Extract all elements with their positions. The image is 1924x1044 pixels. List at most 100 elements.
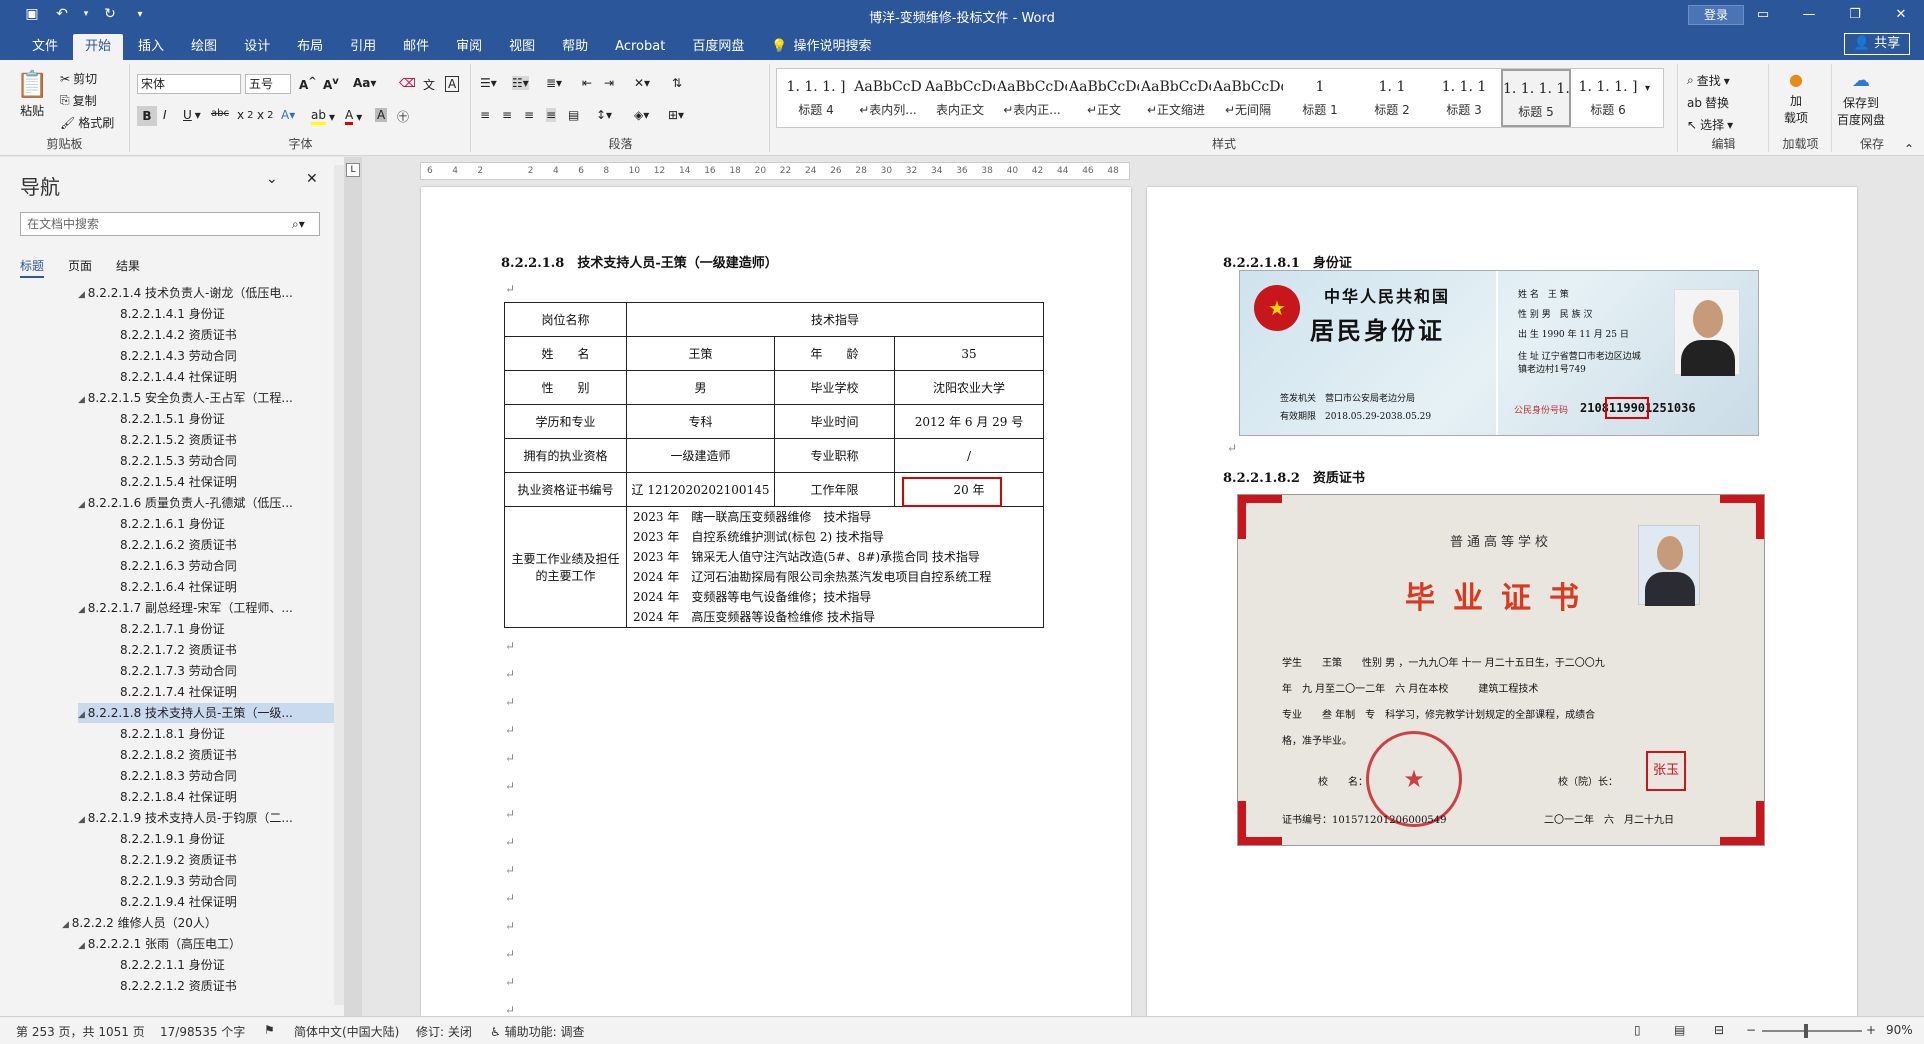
phonetic-guide-icon[interactable]: 文 <box>423 76 435 93</box>
nav-heading-item[interactable]: ◢ 8.2.2.1.6 质量负责人-孔德斌（低压... <box>78 493 334 513</box>
styles-more-icon[interactable]: ▾ <box>1645 83 1650 94</box>
select-button[interactable]: ↖ 选择 ▾ <box>1687 116 1733 133</box>
nav-heading-item[interactable]: 8.2.2.1.8.2 资质证书 <box>120 745 334 765</box>
nav-heading-item[interactable]: ◢ 8.2.2.1.9 技术支持人员-于钧原（二... <box>78 808 334 828</box>
tab-insert[interactable]: 插入 <box>126 34 176 60</box>
shading-button[interactable]: ◈▾ <box>634 108 649 122</box>
zoom-level[interactable]: 90% <box>1886 1023 1913 1037</box>
cell-value[interactable]: 2012 年 6 月 29 号 <box>894 404 1044 439</box>
sort-button[interactable]: ⇅ <box>672 76 682 90</box>
tab-file[interactable]: 文件 <box>20 34 70 60</box>
style-item[interactable]: 1. 1. 1. ] 标题 6 <box>1573 69 1643 127</box>
cell-label[interactable]: 专业职称 <box>774 438 895 473</box>
find-button[interactable]: ⌕ 查找 ▾ <box>1687 72 1730 89</box>
tab-view[interactable]: 视图 <box>497 34 547 60</box>
nav-heading-item[interactable]: 8.2.2.1.5.4 社保证明 <box>120 472 334 492</box>
id-card-image[interactable]: ★ 中华人民共和国 居民身份证 签发机关 营口市公安局老边分局 有效期限 201… <box>1239 270 1759 436</box>
word-count[interactable]: 17/98535 个字 <box>160 1023 245 1040</box>
search-icon[interactable]: ⌕▾ <box>292 217 305 232</box>
cell-label[interactable]: 毕业时间 <box>774 404 895 439</box>
style-item[interactable]: 1 标题 1 <box>1285 69 1355 127</box>
nav-heading-item[interactable]: 8.2.2.1.8.4 社保证明 <box>120 787 334 807</box>
style-item[interactable]: AaBbCcDdI ↵表内正... <box>997 69 1067 127</box>
nav-heading-item[interactable]: 8.2.2.1.6.3 劳动合同 <box>120 556 334 576</box>
cell-value[interactable]: 35 <box>894 336 1044 371</box>
style-item[interactable]: AaBbCcDdI ↵正文缩进 <box>1141 69 1211 127</box>
cell-label[interactable]: 学历和专业 <box>504 404 627 439</box>
cell-label[interactable]: 岗位名称 <box>504 302 627 337</box>
nav-heading-item[interactable]: 8.2.2.1.6.1 身份证 <box>120 514 334 534</box>
collapse-arrow-icon[interactable]: ◢ <box>62 920 72 930</box>
nav-tab-headings[interactable]: 标题 <box>20 257 45 278</box>
zoom-in-icon[interactable]: + <box>1866 1023 1876 1037</box>
share-button[interactable]: 👤 共享 <box>1844 33 1910 55</box>
strikethrough-button[interactable]: abc <box>211 108 229 119</box>
grow-font-button[interactable]: A^ <box>299 76 317 92</box>
align-left-button[interactable]: ≡ <box>480 108 490 122</box>
tab-design[interactable]: 设计 <box>232 34 282 60</box>
section-heading[interactable]: 8.2.2.1.8 技术支持人员-王策（一级建造师） <box>501 252 778 271</box>
zoom-out-icon[interactable]: − <box>1746 1023 1756 1037</box>
tab-home[interactable]: 开始 <box>73 34 124 60</box>
italic-button[interactable]: I <box>163 108 167 122</box>
cell-value[interactable]: 技术指导 <box>626 302 1044 337</box>
nav-heading-item[interactable]: 8.2.2.1.7.2 资质证书 <box>120 640 334 660</box>
nav-search-input[interactable]: 在文档中搜索 <box>20 212 320 236</box>
tab-references[interactable]: 引用 <box>338 34 388 60</box>
distributed-button[interactable]: ▤ <box>568 108 579 122</box>
collapse-ribbon-icon[interactable]: ⌃ <box>1904 142 1914 156</box>
chinese-layout-button[interactable]: ✕▾ <box>634 76 650 90</box>
nav-heading-item[interactable]: 8.2.2.1.8.1 身份证 <box>120 724 334 744</box>
multilevel-list-button[interactable]: ≣▾ <box>546 76 562 90</box>
style-item[interactable]: AaBbCcD ↵表内列... <box>853 69 923 127</box>
track-changes[interactable]: 修订: 关闭 <box>416 1023 472 1040</box>
justify-button[interactable]: ≡ <box>546 108 557 122</box>
tab-help[interactable]: 帮助 <box>550 34 600 60</box>
collapse-arrow-icon[interactable]: ◢ <box>78 941 88 951</box>
cell-label[interactable]: 年 龄 <box>774 336 895 371</box>
numbering-button[interactable]: ☷▾ <box>512 76 529 90</box>
cell-value[interactable]: 辽 1212020202100145 <box>626 472 775 507</box>
collapse-arrow-icon[interactable]: ◢ <box>78 500 88 510</box>
style-item[interactable]: AaBbCcDdI ↵无间隔 <box>1213 69 1283 127</box>
subscript-button[interactable]: x2 <box>237 108 253 122</box>
language[interactable]: 简体中文(中国大陆) <box>294 1023 399 1040</box>
bold-button[interactable]: B <box>137 106 157 126</box>
section-heading[interactable]: 8.2.2.1.8.2 资质证书 <box>1223 467 1365 486</box>
nav-heading-item[interactable]: 8.2.2.1.4.1 身份证 <box>120 304 334 324</box>
collapse-arrow-icon[interactable]: ◢ <box>78 290 88 300</box>
read-mode-icon[interactable]: ▯ <box>1634 1023 1641 1037</box>
style-item[interactable]: 1. 1 标题 2 <box>1357 69 1427 127</box>
tell-me-search[interactable]: 💡 操作说明搜索 <box>759 34 883 60</box>
nav-heading-item[interactable]: 8.2.2.1.4.2 资质证书 <box>120 325 334 345</box>
style-item[interactable]: AaBbCcDdI ↵正文 <box>1069 69 1139 127</box>
nav-heading-item[interactable]: 8.2.2.1.4.4 社保证明 <box>120 367 334 387</box>
section-heading[interactable]: 8.2.2.1.8.1 身份证 <box>1223 252 1352 271</box>
nav-heading-item[interactable]: 8.2.2.1.5.1 身份证 <box>120 409 334 429</box>
borders-button[interactable]: ⊞▾ <box>668 108 684 122</box>
nav-heading-item[interactable]: 8.2.2.2.1.1 身份证 <box>120 955 334 975</box>
cell-label[interactable]: 拥有的执业资格 <box>504 438 627 473</box>
minimize-icon[interactable]: — <box>1786 0 1832 30</box>
line-spacing-button[interactable]: ↕▾ <box>596 108 612 122</box>
paste-button[interactable]: 📋 粘贴 <box>16 70 48 119</box>
nav-heading-item[interactable]: 8.2.2.1.7.1 身份证 <box>120 619 334 639</box>
cell-value[interactable]: 王策 <box>626 336 775 371</box>
nav-options-icon[interactable]: ⌄ <box>266 171 278 187</box>
collapse-arrow-icon[interactable]: ◢ <box>78 605 88 615</box>
nav-heading-item[interactable]: ◢ 8.2.2.2.1 张雨（高压电工） <box>78 934 334 954</box>
tab-selector-icon[interactable]: L <box>346 163 360 177</box>
nav-scrollbar[interactable] <box>334 165 344 1005</box>
tab-mailings[interactable]: 邮件 <box>391 34 441 60</box>
cell-label[interactable]: 主要工作业绩及担任的主要工作 <box>504 506 627 628</box>
copy-button[interactable]: ⎘ 复制 <box>60 92 97 109</box>
shrink-font-button[interactable]: Av <box>323 76 339 92</box>
nav-heading-item[interactable]: 8.2.2.1.5.3 劳动合同 <box>120 451 334 471</box>
cell-value[interactable]: 男 <box>626 370 775 405</box>
nav-close-icon[interactable]: ✕ <box>306 171 318 187</box>
bullets-button[interactable]: ☰▾ <box>480 76 497 90</box>
align-center-button[interactable]: ≡ <box>502 108 512 122</box>
tab-draw[interactable]: 绘图 <box>179 34 229 60</box>
tab-layout[interactable]: 布局 <box>285 34 335 60</box>
style-item[interactable]: 1. 1. 1. ] 标题 4 <box>781 69 851 127</box>
